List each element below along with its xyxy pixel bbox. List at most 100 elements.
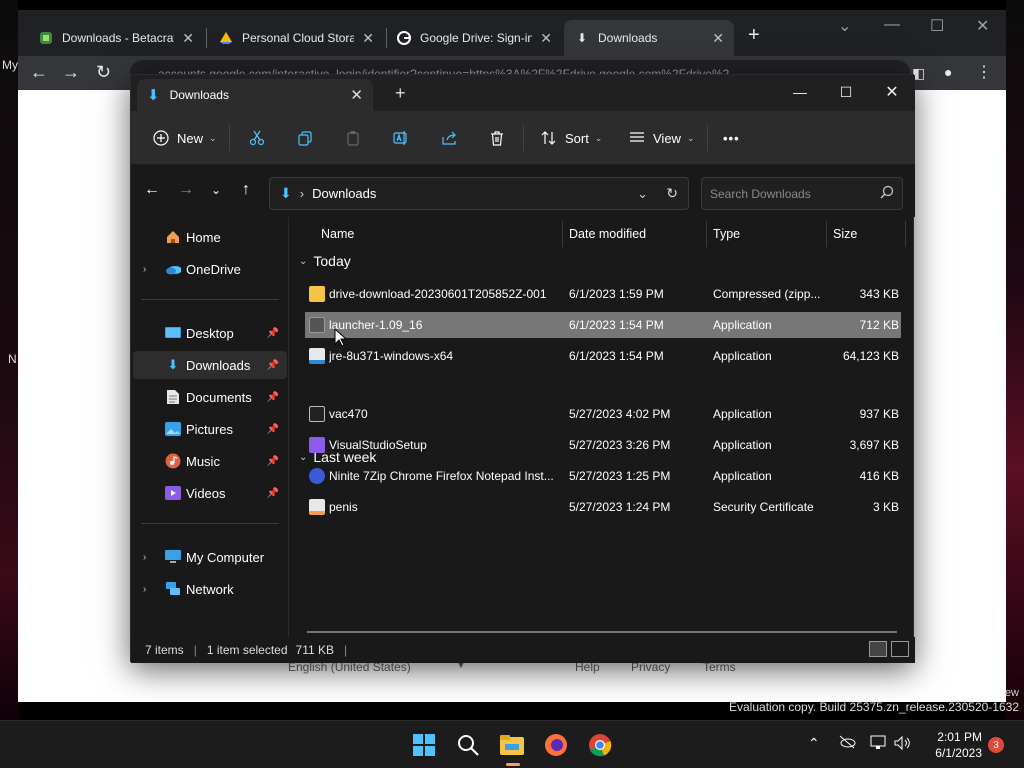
column-header-type[interactable]: Type	[713, 221, 740, 247]
nav-item-home[interactable]: Home	[133, 223, 287, 251]
chevron-up-icon[interactable]: ⌃	[808, 735, 820, 752]
column-header-date[interactable]: Date modified	[569, 221, 646, 247]
column-header-name[interactable]: Name	[321, 221, 354, 247]
forward-arrow-icon[interactable]: →	[175, 181, 197, 199]
file-row-selected[interactable]: launcher-1.09_16 6/1/2023 1:54 PM Applic…	[305, 312, 901, 338]
group-header-today[interactable]: ⌄ Today	[299, 253, 351, 269]
share-button[interactable]	[439, 125, 459, 151]
network-icon[interactable]	[870, 735, 888, 754]
delete-button[interactable]	[487, 125, 507, 151]
close-icon[interactable]: ✕	[540, 30, 552, 47]
notification-badge[interactable]: 3	[988, 737, 1004, 753]
forward-arrow-icon[interactable]: →	[62, 62, 80, 83]
minimize-icon[interactable]: —	[884, 16, 900, 34]
column-divider[interactable]	[562, 221, 563, 247]
chrome-tab[interactable]: Downloads - Betacraf ✕	[28, 20, 204, 56]
pin-icon[interactable]: 📌	[267, 360, 279, 371]
nav-item-music[interactable]: Music 📌	[133, 447, 287, 475]
file-date: 5/27/2023 1:24 PM	[569, 500, 671, 514]
chrome-tab[interactable]: Google Drive: Sign-in ✕	[386, 20, 562, 56]
view-button[interactable]: View ⌄	[627, 125, 695, 151]
new-tab-button[interactable]: +	[748, 24, 760, 47]
chevron-down-icon[interactable]: ⌄	[637, 186, 648, 202]
file-type: Security Certificate	[713, 500, 814, 514]
chrome-tab[interactable]: Personal Cloud Storag ✕	[208, 20, 384, 56]
chrome-icon[interactable]	[586, 731, 614, 759]
more-options-button[interactable]: •••	[723, 125, 740, 151]
close-icon[interactable]: ✕	[362, 30, 374, 47]
file-size: 416 KB	[859, 469, 899, 483]
explorer-address-bar[interactable]: ⬇ › Downloads ⌄ ↻	[269, 177, 689, 210]
search-icon[interactable]	[454, 731, 482, 759]
pin-icon[interactable]: 📌	[267, 424, 279, 435]
new-button[interactable]: New ⌄	[151, 125, 217, 151]
windows-start-icon[interactable]	[410, 731, 438, 759]
profile-icon[interactable]: ●	[944, 64, 952, 80]
chevron-down-icon[interactable]: ⌄	[838, 16, 851, 36]
file-date: 6/1/2023 1:59 PM	[569, 287, 664, 301]
file-explorer-icon[interactable]	[498, 731, 526, 759]
minimize-icon[interactable]: —	[777, 79, 823, 105]
system-clock[interactable]: 2:01 PM 6/1/2023	[920, 729, 982, 761]
desktop-text: My	[2, 58, 18, 72]
column-divider[interactable]	[826, 221, 827, 247]
nav-item-desktop[interactable]: Desktop 📌	[133, 319, 287, 347]
reload-icon[interactable]: ↻	[96, 62, 111, 83]
onedrive-offline-icon[interactable]	[838, 735, 856, 752]
close-icon[interactable]: ✕	[350, 86, 363, 104]
up-arrow-icon[interactable]: ↑	[235, 181, 257, 199]
nav-item-my-computer[interactable]: › My Computer	[133, 543, 287, 571]
firefox-icon[interactable]	[542, 731, 570, 759]
file-row[interactable]: jre-8u371-windows-x64 6/1/2023 1:54 PM A…	[305, 343, 901, 369]
rename-button[interactable]	[391, 125, 411, 151]
details-view-icon[interactable]	[869, 641, 887, 657]
back-arrow-icon[interactable]: ←	[30, 62, 48, 83]
chrome-tab-active[interactable]: ⬇ Downloads ✕	[564, 20, 734, 56]
nav-item-downloads[interactable]: ⬇ Downloads 📌	[133, 351, 287, 379]
close-icon[interactable]: ✕	[712, 30, 724, 47]
copy-button[interactable]	[295, 125, 315, 151]
chevron-right-icon[interactable]: ›	[143, 552, 146, 563]
nav-item-documents[interactable]: Documents 📌	[133, 383, 287, 411]
nav-item-network[interactable]: › Network	[133, 575, 287, 603]
pin-icon[interactable]: 📌	[267, 392, 279, 403]
pin-icon[interactable]: 📌	[267, 328, 279, 339]
cut-button[interactable]	[247, 125, 267, 151]
nav-item-pictures[interactable]: Pictures 📌	[133, 415, 287, 443]
chevron-down-icon[interactable]: ⌄	[205, 183, 227, 197]
file-row[interactable]: penis 5/27/2023 1:24 PM Security Certifi…	[305, 494, 901, 520]
back-arrow-icon[interactable]: ←	[141, 181, 163, 199]
maximize-icon[interactable]: ☐	[930, 16, 944, 36]
sort-button[interactable]: Sort ⌄	[539, 125, 602, 151]
pin-icon[interactable]: 📌	[267, 488, 279, 499]
file-row[interactable]: drive-download-20230601T205852Z-001 6/1/…	[305, 281, 901, 307]
column-divider[interactable]	[706, 221, 707, 247]
close-icon[interactable]: ✕	[976, 16, 989, 36]
horizontal-scrollbar[interactable]	[307, 631, 897, 633]
explorer-tab[interactable]: ⬇ Downloads ✕	[137, 79, 373, 111]
chevron-right-icon[interactable]: ›	[143, 584, 146, 595]
column-header-size[interactable]: Size	[833, 221, 857, 247]
tiles-view-icon[interactable]	[891, 641, 909, 657]
new-tab-button[interactable]: +	[395, 83, 406, 104]
file-row[interactable]: VisualStudioSetup 5/27/2023 3:26 PM Appl…	[305, 432, 901, 458]
application-icon	[309, 406, 325, 422]
explorer-body: Home › OneDrive Desktop 📌 ⬇ Downloads 📌 …	[131, 217, 915, 637]
nav-item-onedrive[interactable]: › OneDrive	[133, 255, 287, 283]
file-row[interactable]: vac470 5/27/2023 4:02 PM Application 937…	[305, 401, 901, 427]
nav-item-videos[interactable]: Videos 📌	[133, 479, 287, 507]
file-row[interactable]: Ninite 7Zip Chrome Firefox Notepad Inst.…	[305, 463, 901, 489]
search-input[interactable]: Search Downloads	[701, 177, 903, 210]
pin-icon[interactable]: 📌	[267, 456, 279, 467]
maximize-icon[interactable]: ☐	[823, 79, 869, 105]
search-icon	[880, 185, 894, 202]
volume-icon[interactable]	[894, 735, 912, 754]
menu-icon[interactable]: ⋮	[976, 62, 992, 82]
chevron-right-icon[interactable]: ›	[143, 264, 146, 275]
paste-button[interactable]	[343, 125, 363, 151]
close-icon[interactable]: ✕	[182, 30, 194, 47]
close-icon[interactable]: ✕	[869, 79, 915, 105]
column-divider[interactable]	[905, 221, 906, 247]
refresh-icon[interactable]: ↻	[666, 185, 678, 202]
breadcrumb-current[interactable]: Downloads	[312, 186, 376, 201]
